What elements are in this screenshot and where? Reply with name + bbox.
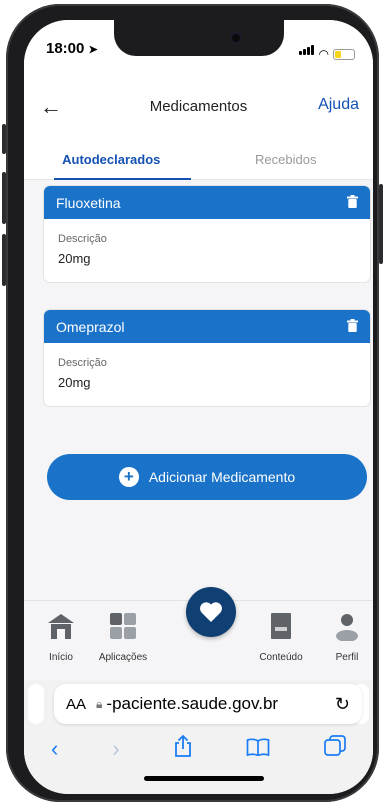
browser-toolbar: ‹ › bbox=[24, 734, 373, 764]
nav-label: Conteúdo bbox=[259, 652, 303, 663]
help-link[interactable]: Ajuda bbox=[318, 96, 359, 114]
heart-fab-button[interactable] bbox=[186, 587, 236, 637]
description-label: Descrição bbox=[58, 357, 107, 369]
nav-item-perfil[interactable]: Perfil bbox=[312, 611, 373, 663]
medication-card: Omeprazol Descrição 20mg bbox=[44, 310, 370, 406]
back-chevron-icon[interactable]: ‹ bbox=[51, 736, 58, 762]
app-header: ← Medicamentos Ajuda Autodeclarados Rece… bbox=[24, 72, 373, 180]
document-icon bbox=[271, 613, 291, 639]
tabs-icon[interactable] bbox=[324, 735, 346, 763]
battery-icon bbox=[333, 49, 355, 60]
trash-icon[interactable] bbox=[347, 318, 358, 335]
tab-autodeclarados[interactable]: Autodeclarados bbox=[24, 142, 199, 180]
nav-item-aplicacoes[interactable]: Aplicações bbox=[88, 611, 158, 663]
tab-recebidos[interactable]: Recebidos bbox=[199, 142, 374, 179]
grid-icon bbox=[110, 613, 136, 639]
location-arrow-icon: ➤ bbox=[88, 44, 98, 56]
status-time: 18:00 ➤ bbox=[46, 40, 98, 57]
share-icon[interactable] bbox=[174, 734, 192, 763]
nav-item-inicio[interactable]: Início bbox=[26, 611, 96, 663]
nav-label: Perfil bbox=[335, 652, 359, 663]
reload-icon[interactable]: ↻ bbox=[335, 694, 350, 715]
wifi-icon: ◠ bbox=[318, 47, 329, 61]
nav-label: Aplicações bbox=[98, 652, 148, 663]
signal-icon bbox=[298, 42, 315, 60]
phone-frame: 18:00 ➤ ◠ ← Medicamentos Ajuda Autodecla… bbox=[2, 4, 383, 802]
screen: 18:00 ➤ ◠ ← Medicamentos Ajuda Autodecla… bbox=[24, 20, 373, 794]
forward-chevron-icon[interactable]: › bbox=[112, 736, 119, 762]
tab-bar: Autodeclarados Recebidos bbox=[24, 142, 373, 180]
nav-item-conteudo[interactable]: Conteúdo bbox=[246, 611, 316, 663]
medication-card-header: Fluoxetina bbox=[44, 186, 370, 219]
home-icon bbox=[48, 614, 74, 639]
address-bar[interactable]: AA 🔒︎ -paciente.saude.gov.br ↻ bbox=[54, 684, 362, 724]
add-medication-label: Adicionar Medicamento bbox=[148, 469, 296, 485]
description-label: Descrição bbox=[58, 233, 107, 245]
plus-icon: + bbox=[118, 467, 139, 487]
user-icon bbox=[336, 614, 358, 642]
bottom-nav: Início Aplicações Conteúdo Perfil bbox=[24, 587, 373, 680]
medication-name: Fluoxetina bbox=[56, 194, 121, 211]
home-indicator bbox=[144, 776, 264, 781]
nav-label: Início bbox=[49, 652, 73, 663]
bookmarks-icon[interactable] bbox=[246, 736, 270, 762]
description-value: 20mg bbox=[58, 375, 91, 390]
medication-list: Fluoxetina Descrição 20mg Omeprazol Desc… bbox=[24, 180, 373, 600]
notch bbox=[114, 20, 284, 56]
text-size-button[interactable]: AA bbox=[66, 696, 86, 713]
heart-icon bbox=[200, 602, 222, 622]
description-value: 20mg bbox=[58, 251, 91, 266]
medication-card-header: Omeprazol bbox=[44, 310, 370, 343]
url-text: -paciente.saude.gov.br bbox=[106, 694, 279, 713]
add-medication-button[interactable]: + Adicionar Medicamento bbox=[47, 454, 367, 500]
browser-chrome: AA 🔒︎ -paciente.saude.gov.br ↻ ‹ › bbox=[24, 680, 373, 794]
medication-card: Fluoxetina Descrição 20mg bbox=[44, 186, 370, 282]
trash-icon[interactable] bbox=[347, 194, 358, 211]
medication-name: Omeprazol bbox=[56, 318, 125, 335]
lock-icon: 🔒︎ bbox=[96, 696, 103, 711]
